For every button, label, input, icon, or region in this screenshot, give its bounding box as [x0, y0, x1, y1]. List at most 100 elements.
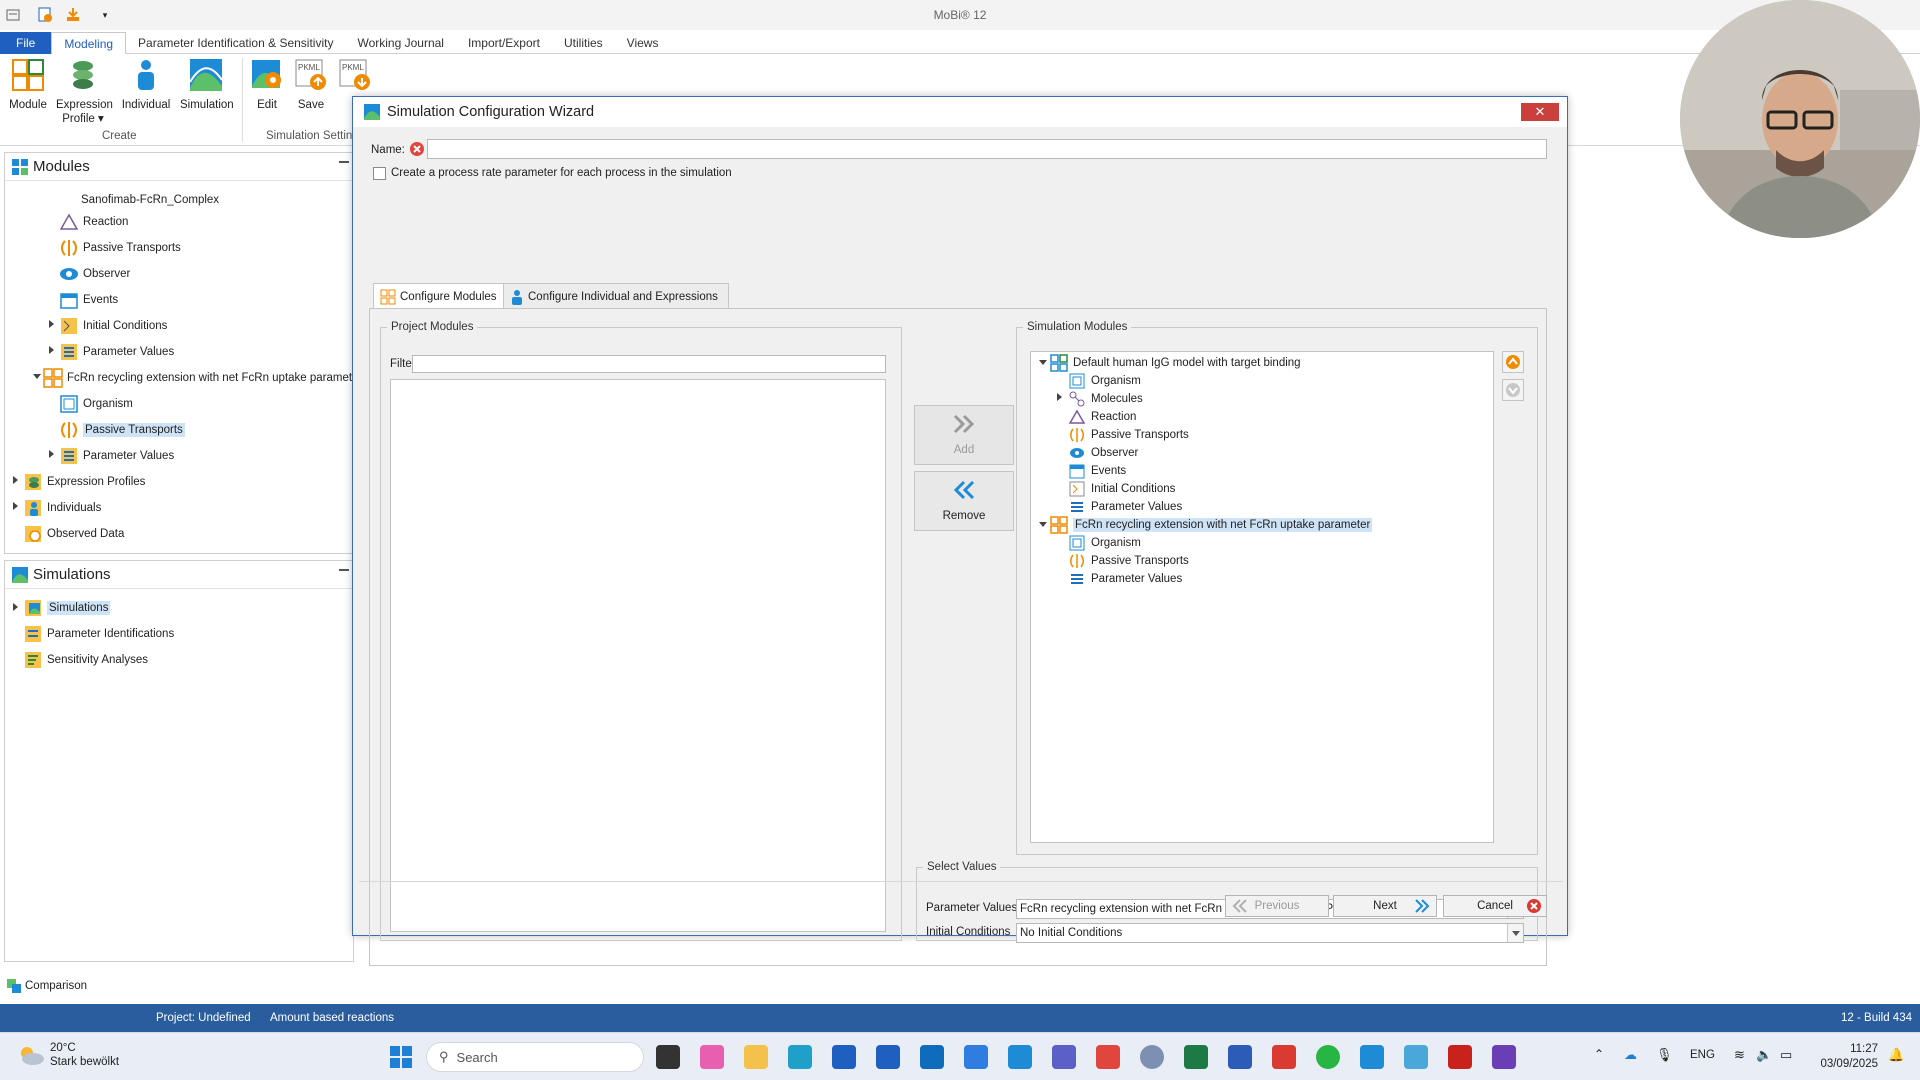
- collapse-arrow-icon[interactable]: [1039, 360, 1047, 365]
- collapse-arrow-icon[interactable]: [33, 374, 41, 379]
- task-view-icon[interactable]: [656, 1045, 680, 1069]
- move-up-button[interactable]: [1502, 351, 1524, 373]
- edit-settings-button[interactable]: Edit: [250, 58, 284, 111]
- edge-icon[interactable]: [788, 1045, 812, 1069]
- next-button[interactable]: Next: [1333, 895, 1437, 917]
- add-button[interactable]: Add: [914, 405, 1014, 465]
- app-icon[interactable]: [1492, 1045, 1516, 1069]
- tab-modeling[interactable]: Modeling: [51, 32, 127, 54]
- tree-node-individuals[interactable]: Individuals: [23, 497, 101, 519]
- expand-arrow-icon[interactable]: [13, 603, 18, 611]
- module-button[interactable]: Module: [8, 58, 48, 111]
- tree-node-simulations[interactable]: Simulations: [23, 597, 111, 619]
- chevron-up-icon[interactable]: ⌃: [1594, 1047, 1604, 1061]
- arrow-up-icon: [1506, 355, 1520, 369]
- expand-arrow-icon[interactable]: [49, 320, 54, 328]
- comparison-tab[interactable]: Comparison: [6, 978, 87, 994]
- expand-arrow-icon[interactable]: [13, 476, 18, 484]
- tab-configure-individual[interactable]: Configure Individual and Expressions: [503, 283, 729, 309]
- tree-node-parameter-identifications[interactable]: Parameter Identifications: [23, 623, 174, 645]
- zotero-icon[interactable]: [1272, 1045, 1296, 1069]
- excel-icon[interactable]: [1184, 1045, 1208, 1069]
- reaction-icon: [59, 212, 79, 232]
- tree-node-passive-transports-selected[interactable]: Passive Transports: [59, 419, 185, 441]
- file-explorer-icon[interactable]: [744, 1045, 768, 1069]
- tree-node-reaction[interactable]: Reaction: [59, 211, 128, 233]
- tab-utilities[interactable]: Utilities: [552, 32, 615, 54]
- cancel-button[interactable]: Cancel: [1443, 895, 1547, 917]
- tree-node-parameter-values[interactable]: Parameter Values: [59, 341, 174, 363]
- volume-icon[interactable]: 🔈: [1756, 1047, 1772, 1063]
- svg-text:PKML: PKML: [342, 63, 364, 72]
- tree-node-organism[interactable]: Organism: [59, 393, 133, 415]
- previous-button[interactable]: Previous: [1225, 895, 1329, 917]
- onedrive-icon[interactable]: ☁: [1624, 1047, 1637, 1063]
- project-status: Project: Undefined: [156, 1012, 251, 1024]
- notifications-icon[interactable]: 🔔: [1888, 1047, 1904, 1063]
- tab-configure-modules[interactable]: Configure Modules: [373, 283, 508, 309]
- tree-node-passive-transports[interactable]: Passive Transports: [59, 237, 181, 259]
- calendar-icon[interactable]: [1008, 1045, 1032, 1069]
- sim-tree-node-parameter-values-2[interactable]: Parameter Values: [1067, 568, 1182, 590]
- minimize-pane-icon[interactable]: [339, 161, 349, 163]
- tree-node-observer[interactable]: Observer: [59, 263, 130, 285]
- chrome-icon[interactable]: [1096, 1045, 1120, 1069]
- tab-import-export[interactable]: Import/Export: [456, 32, 552, 54]
- expand-arrow-icon[interactable]: [13, 502, 18, 510]
- taskbar-search[interactable]: ⚲ Search: [426, 1042, 644, 1072]
- whatsapp-icon[interactable]: [1316, 1045, 1340, 1069]
- tab-parameter-identification[interactable]: Parameter Identification & Sensitivity: [126, 32, 345, 54]
- title-bar: ▾ MoBi® 12: [0, 0, 1920, 30]
- tree-node-initial-conditions[interactable]: Initial Conditions: [59, 315, 167, 337]
- save-settings-button[interactable]: PKML Save: [294, 58, 328, 111]
- tab-file[interactable]: File: [0, 32, 52, 54]
- expand-arrow-icon[interactable]: [49, 450, 54, 458]
- windows-start-icon[interactable]: [390, 1046, 412, 1068]
- mobi-icon[interactable]: [1404, 1045, 1428, 1069]
- project-modules-list[interactable]: [390, 379, 886, 932]
- move-down-button[interactable]: [1502, 379, 1524, 401]
- weather-widget[interactable]: 20°C Stark bewölkt: [16, 1041, 119, 1069]
- language-indicator[interactable]: ENG: [1690, 1049, 1715, 1061]
- expand-arrow-icon[interactable]: [49, 346, 54, 354]
- tree-node-sensitivity-analyses[interactable]: Sensitivity Analyses: [23, 649, 148, 671]
- collapse-arrow-icon[interactable]: [1039, 522, 1047, 527]
- tree-node-expression-profiles[interactable]: Expression Profiles: [23, 471, 145, 493]
- individual-button[interactable]: Individual: [120, 58, 172, 111]
- close-button[interactable]: ✕: [1521, 103, 1559, 121]
- simulation-modules-tree[interactable]: Default human IgG model with target bind…: [1030, 351, 1494, 843]
- r-icon[interactable]: [1140, 1045, 1164, 1069]
- simulation-button[interactable]: Simulation: [180, 58, 234, 111]
- individual-icon: [138, 60, 154, 90]
- tree-node-parameter-values-2[interactable]: Parameter Values: [59, 445, 174, 467]
- dell-icon[interactable]: [876, 1045, 900, 1069]
- minimize-pane-icon[interactable]: [339, 569, 349, 571]
- pksim-icon[interactable]: [1360, 1045, 1384, 1069]
- copilot-icon[interactable]: [700, 1045, 724, 1069]
- name-input[interactable]: [427, 139, 1547, 159]
- expression-profile-button[interactable]: Expression Profile ▾: [56, 58, 113, 125]
- teams-icon[interactable]: [1052, 1045, 1076, 1069]
- filter-input[interactable]: [412, 355, 886, 373]
- clock[interactable]: 11:27 03/09/2025: [1814, 1042, 1878, 1072]
- remove-button[interactable]: Remove: [914, 471, 1014, 531]
- expression-profile-icon: [73, 61, 93, 89]
- wifi-icon[interactable]: ≋: [1734, 1047, 1745, 1063]
- expand-arrow-icon[interactable]: [1057, 393, 1062, 401]
- tab-views[interactable]: Views: [615, 32, 671, 54]
- tree-node-observed-data[interactable]: Observed Data: [23, 523, 124, 545]
- word-icon[interactable]: [1228, 1045, 1252, 1069]
- acrobat-icon[interactable]: [1448, 1045, 1472, 1069]
- process-rate-checkbox[interactable]: [373, 167, 386, 180]
- microphone-icon[interactable]: 🎙: [1656, 1047, 1673, 1063]
- cancel-icon: [1527, 899, 1541, 913]
- store-icon[interactable]: [832, 1045, 856, 1069]
- battery-icon[interactable]: ▭: [1780, 1047, 1792, 1063]
- tree-node-fcrn-module[interactable]: FcRn recycling extension with net FcRn u…: [43, 367, 362, 389]
- tab-working-journal[interactable]: Working Journal: [345, 32, 455, 54]
- tree-node-events[interactable]: Events: [59, 289, 118, 311]
- tree-node-sanofimab-complex[interactable]: Sanofimab-FcRn_Complex: [81, 189, 219, 211]
- outlook-icon[interactable]: [920, 1045, 944, 1069]
- svg-text:PKML: PKML: [298, 63, 320, 72]
- todo-icon[interactable]: [964, 1045, 988, 1069]
